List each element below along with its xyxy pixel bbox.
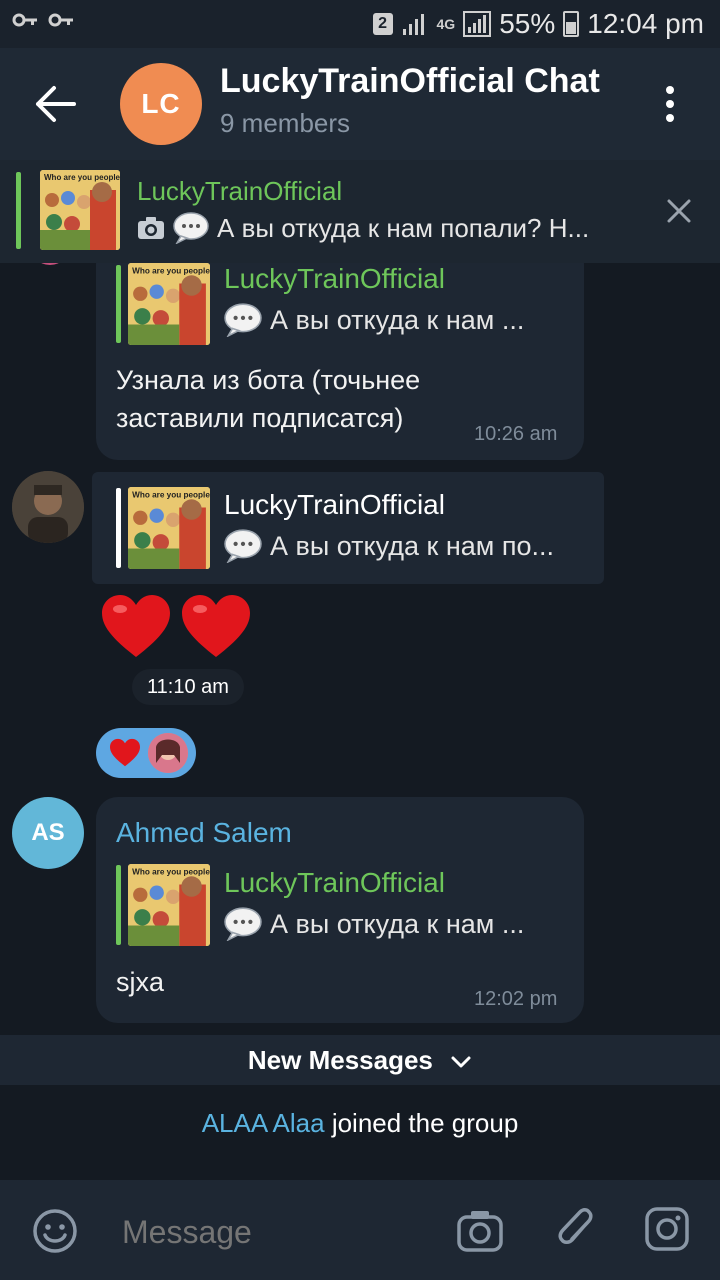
reply-sender: LuckyTrainOfficial (224, 867, 445, 898)
new-messages-divider[interactable]: New Messages (0, 1035, 720, 1085)
instagram-icon[interactable] (644, 1206, 690, 1252)
member-count: 9 members (220, 108, 351, 138)
reply-thumbnail: Who are you people? (128, 864, 210, 946)
avatar (30, 263, 70, 265)
sender-name[interactable]: Ahmed Salem (116, 817, 292, 849)
reply-thumbnail: Who are you people? (128, 263, 210, 345)
chat-title[interactable]: LuckyTrainOfficial Chat (220, 62, 600, 101)
service-action: joined the group (331, 1108, 519, 1138)
svg-text:Who are you people?: Who are you people? (44, 173, 120, 182)
pinned-text: А вы откуда к нам попали? Н... (217, 212, 590, 243)
reaction-chip[interactable] (96, 728, 196, 778)
battery-percent: 55% (499, 8, 556, 39)
close-icon[interactable] (664, 196, 694, 226)
key-icon (48, 13, 73, 27)
pinned-thumbnail: Who are you people? (40, 170, 120, 250)
camera-icon[interactable] (456, 1208, 504, 1254)
signal-icon (402, 14, 424, 35)
message-text: sjxa (116, 967, 165, 997)
reply-text: А вы откуда к нам по... (270, 530, 554, 561)
camera-icon (138, 217, 164, 239)
status-left (12, 10, 76, 30)
reply-sender: LuckyTrainOfficial (224, 489, 445, 520)
pinned-sender: LuckyTrainOfficial (137, 176, 343, 206)
avatar (148, 733, 188, 773)
hearts-message[interactable] (100, 593, 252, 661)
message-input-bar (0, 1180, 720, 1280)
message-text: Узнала из бота (точьнее заставили подпис… (116, 361, 420, 437)
joined-user-name[interactable]: ALAA Alaa (202, 1108, 325, 1138)
crowd-illustration-icon: Who are you people? (128, 864, 210, 946)
reply-accent-bar (116, 488, 121, 568)
crowd-illustration-icon: Who are you people? (40, 170, 120, 250)
avatar[interactable]: AS (12, 797, 84, 869)
svg-text:Who are you people?: Who are you people? (132, 490, 210, 499)
svg-text:Who are you people?: Who are you people? (132, 867, 210, 876)
battery-icon (563, 11, 580, 37)
key-icon (12, 13, 37, 27)
message-line: Узнала из бота (точьнее (116, 365, 421, 395)
message-list[interactable]: Who are you people? LuckyTrainOfficial А… (0, 263, 720, 1180)
reply-preview: А вы откуда к нам ... (224, 907, 524, 941)
reply-text: А вы откуда к нам ... (270, 304, 525, 335)
message-time-badge: 11:10 am (132, 669, 244, 705)
avatar[interactable] (12, 471, 84, 543)
clock: 12:04 pm (587, 8, 704, 39)
more-menu-button[interactable] (660, 86, 680, 126)
emoji-icon[interactable] (32, 1208, 78, 1254)
dot-icon (666, 114, 674, 122)
svg-text:Who are you people?: Who are you people? (132, 266, 210, 275)
heart-icon (102, 595, 170, 657)
status-right: 2 4G 55% 12:04 pm (372, 0, 704, 48)
chat-header: LC LuckyTrainOfficial Chat 9 members (0, 48, 720, 160)
user-photo-icon (148, 733, 188, 773)
message-time: 10:26 am (474, 423, 558, 445)
dot-icon (666, 86, 674, 94)
reply-accent-bar (116, 865, 121, 945)
user-photo-icon (12, 471, 84, 543)
reply-text: А вы откуда к нам ... (270, 908, 525, 939)
status-bar: 2 4G 55% 12:04 pm (0, 0, 720, 48)
message-input[interactable] (120, 1206, 424, 1258)
reply-preview: А вы откуда к нам ... (224, 303, 524, 337)
heart-icon (182, 595, 250, 657)
message-time: 11:10 am (147, 676, 229, 698)
speech-bubble-icon (173, 212, 209, 244)
speech-bubble-icon (224, 907, 262, 941)
pinned-accent-bar (16, 172, 21, 249)
network-type: 4G (436, 16, 456, 32)
dot-icon (666, 100, 674, 108)
reply-thumbnail: Who are you people? (128, 487, 210, 569)
reply-sender: LuckyTrainOfficial (224, 263, 445, 294)
sim-badge: 2 (372, 13, 393, 35)
reply-accent-bar (116, 265, 121, 343)
chevron-down-icon (451, 1056, 471, 1068)
crowd-illustration-icon: Who are you people? (128, 263, 210, 345)
chat-avatar[interactable]: LC (120, 63, 202, 145)
message-time: 12:02 pm (474, 988, 558, 1010)
message-line: заставили подписатся) (116, 403, 404, 433)
pinned-message-bar[interactable]: Who are you people? LuckyTrainOfficial А… (0, 160, 720, 263)
reply-preview: А вы откуда к нам по... (224, 529, 554, 563)
crowd-illustration-icon: Who are you people? (128, 487, 210, 569)
new-messages-label: New Messages (247, 1045, 433, 1075)
service-message: ALAA Alaa joined the group (0, 1108, 720, 1139)
signal-icon (463, 11, 492, 37)
heart-icon (110, 738, 140, 767)
pinned-text-row: А вы откуда к нам попали? Н... (137, 212, 589, 244)
back-arrow-icon[interactable] (30, 82, 80, 126)
paperclip-icon[interactable] (556, 1206, 596, 1254)
speech-bubble-icon (224, 303, 262, 337)
speech-bubble-icon (224, 529, 262, 563)
